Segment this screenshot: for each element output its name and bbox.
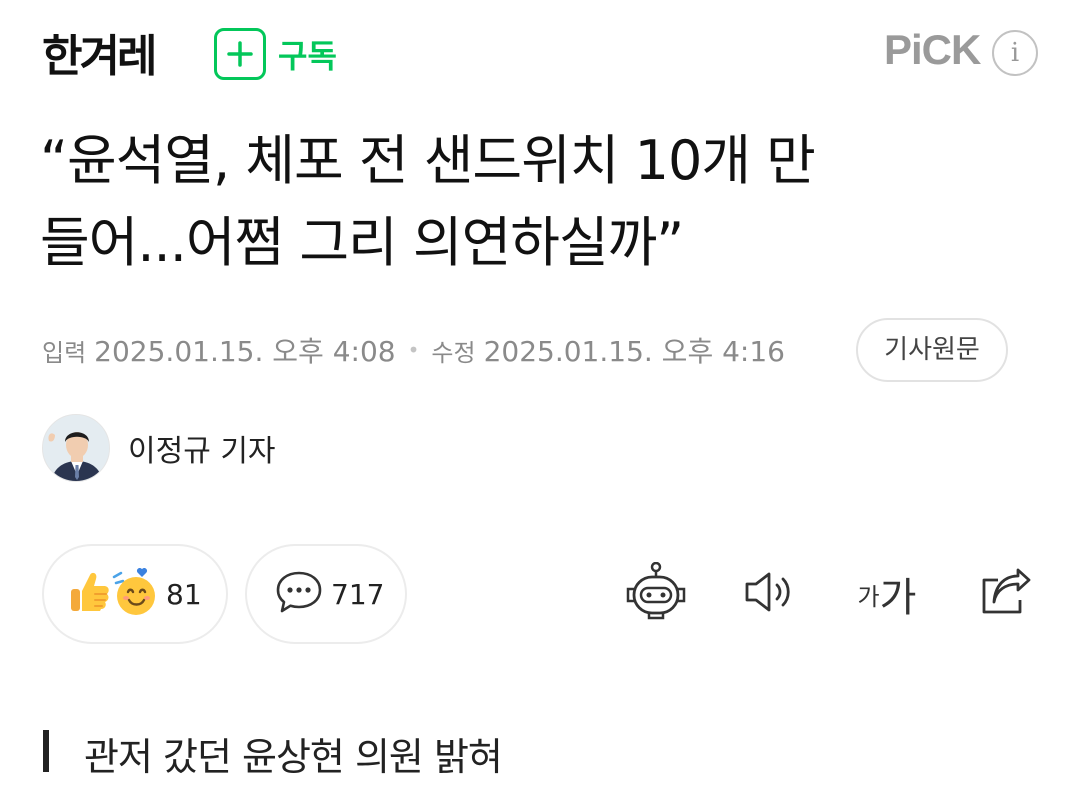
speech-bubble-icon: [275, 569, 323, 619]
pick-label: PiCK: [884, 26, 981, 73]
original-article-button[interactable]: 기사원문: [856, 318, 1008, 382]
robot-icon: [625, 561, 687, 626]
font-size-button[interactable]: 가 가: [852, 562, 922, 626]
plus-icon: [214, 28, 266, 80]
share-icon: [978, 568, 1032, 620]
read-aloud-button[interactable]: [742, 562, 798, 626]
modified-date: 2025.01.15. 오후 4:16: [483, 335, 785, 368]
summary-robot-button[interactable]: [624, 561, 688, 626]
reporter[interactable]: 이정규 기자: [42, 412, 276, 484]
published-date: 2025.01.15. 오후 4:08: [94, 335, 396, 368]
font-size-small: 가: [857, 582, 880, 611]
reporter-avatar: [42, 414, 110, 482]
header: 한겨레 구독 PiCK i: [0, 0, 1080, 100]
thumbs-up-icon: [70, 569, 110, 619]
comment-count: 717: [331, 577, 385, 611]
speaker-icon: [743, 570, 797, 618]
subscribe-label: 구독: [278, 37, 337, 75]
smile-face-icon: [112, 567, 158, 621]
comment-button[interactable]: 717: [245, 544, 407, 644]
title-line-1: “윤석열, 체포 전 샌드위치 10개 만: [40, 129, 816, 192]
article-title: “윤석열, 체포 전 샌드위치 10개 만 들어...어쩜 그리 의연하실까”: [40, 120, 1030, 284]
subheading-bar: [43, 730, 49, 772]
reaction-count: 81: [166, 577, 202, 611]
subscribe-button[interactable]: 구독: [214, 28, 337, 80]
article-page: 한겨레 구독 PiCK i “윤석열, 체포 전 샌드위치 10개 만 들어..…: [0, 0, 1080, 807]
reporter-name: 이정규 기자: [128, 434, 276, 469]
modified-label: 수정: [431, 338, 476, 367]
share-button[interactable]: [976, 562, 1034, 626]
title-line-2: 들어...어쩜 그리 의연하실까”: [40, 211, 684, 274]
reaction-button[interactable]: 81: [42, 544, 228, 644]
subheading: 관저 갔던 윤상현 의원 밝혀: [84, 735, 503, 779]
published-label: 입력: [42, 338, 87, 367]
font-size-big: 가: [879, 575, 917, 621]
date-separator: •: [407, 338, 420, 362]
info-icon[interactable]: i: [992, 30, 1038, 76]
date-row: 입력 2025.01.15. 오후 4:08 • 수정 2025.01.15. …: [42, 328, 785, 372]
press-logo[interactable]: 한겨레: [42, 20, 157, 84]
